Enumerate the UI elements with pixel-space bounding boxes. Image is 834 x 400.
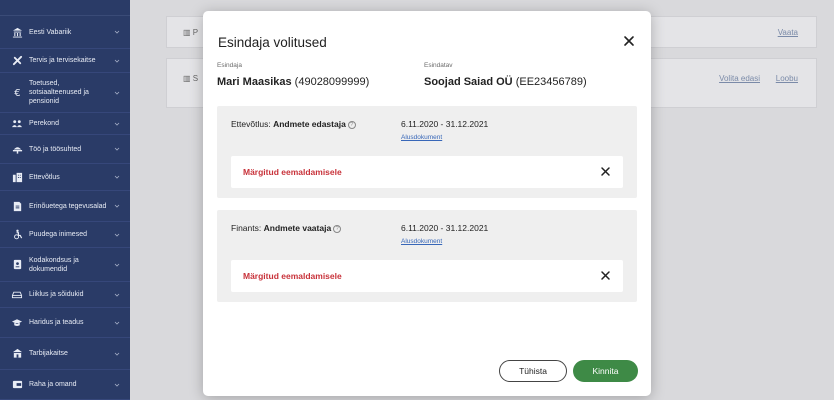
family-icon <box>11 118 23 130</box>
chevron-down-icon <box>114 321 120 325</box>
svg-text:€: € <box>14 88 20 98</box>
represented-label: Esindatav <box>424 62 453 69</box>
sidebar-item-toetused[interactable]: € Toetused, sotsiaalteenused ja pensioni… <box>0 73 130 113</box>
sidebar-item-label: Liiklus ja sõidukid <box>29 291 84 298</box>
money-icon <box>11 379 23 391</box>
removal-mark-row: Märgitud eemaldamisele <box>231 156 623 188</box>
sidebar-item-label: Tervis ja tervisekaitse <box>29 57 96 64</box>
sidebar-item-label: Raha ja omand <box>29 381 77 388</box>
base-document-link[interactable]: Alusdokument <box>401 238 442 245</box>
chevron-down-icon <box>114 147 120 151</box>
chevron-down-icon <box>114 293 120 297</box>
close-icon[interactable] <box>622 34 636 48</box>
sidebar-item-tervis[interactable]: Tervis ja tervisekaitse <box>0 49 130 73</box>
sidebar-item-liiklus[interactable]: Liiklus ja sõidukid <box>0 282 130 308</box>
sidebar-item-label: Kodakondsus ja dokumendid <box>29 256 79 273</box>
base-document-link[interactable]: Alusdokument <box>401 134 442 141</box>
renounce-link[interactable]: Loobu <box>776 74 798 83</box>
education-icon <box>11 317 23 329</box>
representative-label: Esindaja <box>217 62 242 69</box>
sidebar-item-label: Eesti Vabariik <box>29 28 72 36</box>
sidebar-item-perekond[interactable]: Perekond <box>0 113 130 135</box>
authorization-section: Ettevõtlus: Andmete edastaja? 6.11.2020 … <box>217 106 637 198</box>
role-name: Andmete vaataja <box>263 223 332 233</box>
sidebar-item-label: Tarbijakaitse <box>29 350 68 357</box>
chevron-down-icon <box>114 352 120 356</box>
section-title: Ettevõtlus: Andmete edastaja? <box>231 119 356 129</box>
accessibility-icon <box>11 229 23 241</box>
chevron-down-icon <box>114 59 120 63</box>
modal-title: Esindaja volitused <box>218 35 327 50</box>
euro-icon: € <box>11 87 23 99</box>
confirm-button[interactable]: Kinnita <box>573 360 638 382</box>
representative-value: Mari Maasikas (49028099999) <box>217 76 369 88</box>
sidebar-item-ettevotlus[interactable]: Ettevõtlus <box>0 164 130 191</box>
chevron-down-icon <box>114 122 120 126</box>
represented-id: (EE23456789) <box>515 76 587 88</box>
sidebar-item-erinouetega[interactable]: Erinõuetega tegevusalad <box>0 191 130 222</box>
special-requirements-icon <box>11 200 23 212</box>
sidebar: Eesti Vabariik Tervis ja tervisekaitse €… <box>0 0 130 400</box>
role-name: Andmete edastaja <box>273 119 346 129</box>
sidebar-item-puudega[interactable]: Puudega inimesed <box>0 222 130 248</box>
validity-dates: 6.11.2020 - 31.12.2021 <box>401 223 489 233</box>
chevron-down-icon <box>114 383 120 387</box>
authorization-modal: Esindaja volitused Esindaja Mari Maasika… <box>203 11 651 396</box>
consumer-protection-icon <box>11 348 23 360</box>
business-icon: ▥ P <box>183 28 199 37</box>
sidebar-item-haridus[interactable]: Haridus ja teadus <box>0 308 130 338</box>
health-icon <box>11 55 23 67</box>
chevron-down-icon <box>114 263 120 267</box>
representative-name: Mari Maasikas <box>217 76 292 88</box>
sidebar-item-raha[interactable]: Raha ja omand <box>0 370 130 400</box>
sidebar-item-eesti-vabariik[interactable]: Eesti Vabariik <box>0 16 130 49</box>
sidebar-item-label: Töö ja töösuhted <box>29 145 82 153</box>
sidebar-item-tarbijakaitse[interactable]: Tarbijakaitse <box>0 338 130 370</box>
business-icon <box>11 171 23 183</box>
chevron-down-icon <box>114 233 120 237</box>
help-icon[interactable]: ? <box>347 120 356 129</box>
section-title: Finants: Andmete vaataja? <box>231 223 342 233</box>
id-document-icon <box>11 259 23 271</box>
close-icon[interactable] <box>600 166 611 177</box>
status-text: Märgitud eemaldamisele <box>243 271 342 281</box>
sidebar-item-kodakondsus[interactable]: Kodakondsus ja dokumendid <box>0 248 130 282</box>
chevron-down-icon <box>114 91 120 95</box>
sidebar-top <box>0 0 130 16</box>
validity-dates: 6.11.2020 - 31.12.2021 <box>401 119 489 129</box>
close-icon[interactable] <box>600 270 611 281</box>
government-building-icon <box>11 26 23 38</box>
view-link[interactable]: Vaata <box>778 28 798 37</box>
sidebar-item-label: Ettevõtlus <box>29 173 60 181</box>
removal-mark-row: Märgitud eemaldamisele <box>231 260 623 292</box>
authorization-section: Finants: Andmete vaataja? 6.11.2020 - 31… <box>217 210 637 302</box>
chevron-down-icon <box>114 204 120 208</box>
car-icon <box>11 289 23 301</box>
represented-name: Soojad Saiad OÜ <box>424 76 513 88</box>
delegate-further-link[interactable]: Volita edasi <box>719 74 760 83</box>
help-icon[interactable]: ? <box>333 224 342 233</box>
sidebar-item-label: Toetused, sotsiaalteenused ja pensionid <box>29 80 89 105</box>
cancel-button[interactable]: Tühista <box>499 360 567 382</box>
sidebar-item-too[interactable]: Töö ja töösuhted <box>0 135 130 164</box>
status-text: Märgitud eemaldamisele <box>243 167 342 177</box>
chevron-down-icon <box>114 30 120 34</box>
business-icon: ▥ S <box>183 74 199 83</box>
work-icon <box>11 143 23 155</box>
sidebar-item-label: Haridus ja teadus <box>29 319 84 326</box>
sidebar-item-label: Puudega inimesed <box>29 231 87 238</box>
sidebar-item-label: Perekond <box>29 120 59 127</box>
representative-id: (49028099999) <box>294 76 370 88</box>
sidebar-item-label: Erinõuetega tegevusalad <box>29 202 107 210</box>
chevron-down-icon <box>114 175 120 179</box>
represented-value: Soojad Saiad OÜ (EE23456789) <box>424 76 587 88</box>
